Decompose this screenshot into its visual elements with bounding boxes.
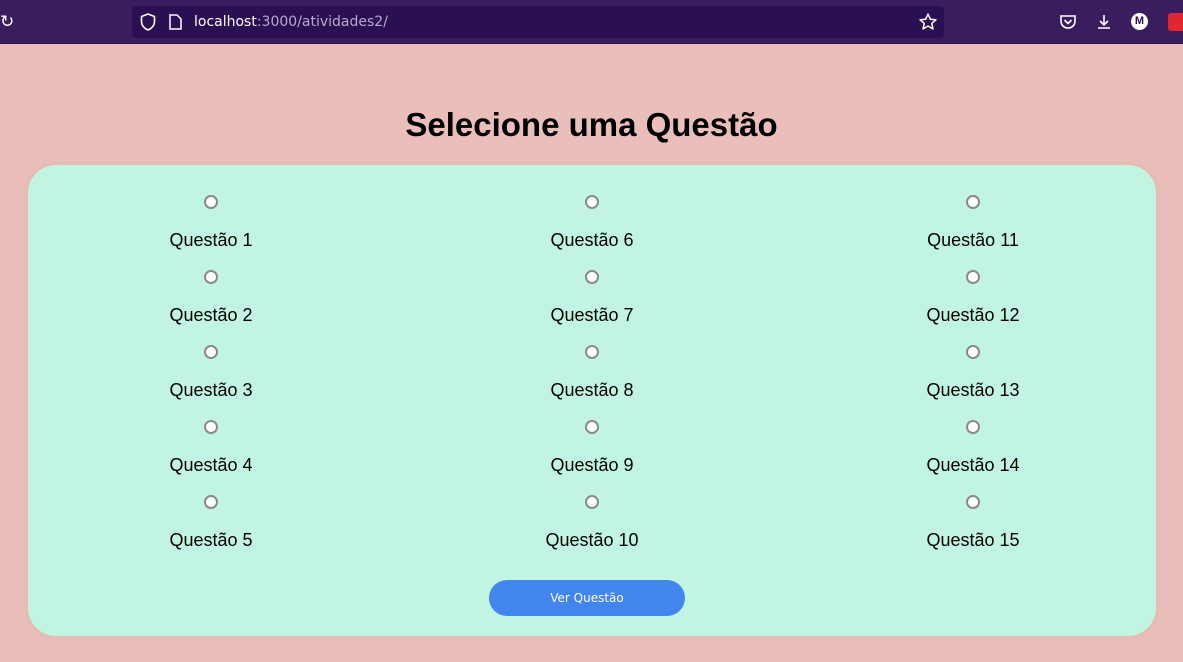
question-option: Questão 2: [91, 268, 331, 343]
question-radio[interactable]: [966, 495, 980, 509]
question-label: Questão 3: [169, 380, 253, 400]
question-option: Questão 10: [472, 493, 712, 568]
question-label: Questão 1: [169, 230, 253, 250]
question-option: Questão 9: [472, 418, 712, 493]
question-radio[interactable]: [966, 195, 980, 209]
view-question-button[interactable]: Ver Questão: [489, 580, 685, 616]
question-option: Questão 13: [853, 343, 1093, 418]
question-label: Questão 10: [545, 530, 639, 550]
question-radio[interactable]: [204, 495, 218, 509]
question-label: Questão 4: [169, 455, 253, 475]
question-option: Questão 5: [91, 493, 331, 568]
question-radio[interactable]: [585, 420, 599, 434]
question-label: Questão 14: [926, 455, 1020, 475]
question-radio[interactable]: [585, 195, 599, 209]
reload-icon[interactable]: ↻: [0, 12, 18, 32]
question-option: Questão 12: [853, 268, 1093, 343]
question-column-3: Questão 11 Questão 12 Questão 13 Questão…: [853, 193, 1093, 568]
question-label: Questão 9: [550, 455, 634, 475]
question-option: Questão 15: [853, 493, 1093, 568]
shield-icon[interactable]: [140, 13, 156, 31]
download-icon[interactable]: [1094, 12, 1114, 32]
browser-toolbar: ↻ localhost:3000/atividades2/ M: [0, 0, 1183, 44]
question-label: Questão 15: [926, 530, 1020, 550]
question-label: Questão 6: [550, 230, 634, 250]
question-label: Questão 11: [927, 230, 1019, 250]
question-radio[interactable]: [204, 420, 218, 434]
question-label: Questão 12: [926, 305, 1020, 325]
question-label: Questão 5: [169, 530, 253, 550]
question-label: Questão 7: [550, 305, 634, 325]
pocket-icon[interactable]: [1058, 12, 1078, 32]
extension-icon[interactable]: [1168, 13, 1183, 31]
question-option: Questão 11: [853, 193, 1093, 268]
question-radio[interactable]: [585, 495, 599, 509]
url-host: localhost: [194, 14, 257, 30]
question-column-1: Questão 1 Questão 2 Questão 3 Questão 4 …: [91, 193, 331, 568]
question-selection-card: Questão 1 Questão 2 Questão 3 Questão 4 …: [28, 165, 1156, 636]
question-radio[interactable]: [204, 195, 218, 209]
profile-avatar[interactable]: M: [1131, 13, 1148, 30]
question-radio[interactable]: [585, 345, 599, 359]
question-option: Questão 3: [91, 343, 331, 418]
question-label: Questão 13: [926, 380, 1020, 400]
question-radio[interactable]: [966, 420, 980, 434]
question-option: Questão 4: [91, 418, 331, 493]
question-radio[interactable]: [204, 270, 218, 284]
question-label: Questão 8: [550, 380, 634, 400]
question-radio[interactable]: [966, 345, 980, 359]
question-option: Questão 6: [472, 193, 712, 268]
page-title: Selecione uma Questão: [405, 106, 778, 143]
question-radio[interactable]: [585, 270, 599, 284]
question-radio[interactable]: [966, 270, 980, 284]
question-option: Questão 8: [472, 343, 712, 418]
question-option: Questão 7: [472, 268, 712, 343]
page-icon: [169, 14, 182, 30]
url-text[interactable]: localhost:3000/atividades2/: [194, 13, 388, 31]
bookmark-star-icon[interactable]: [918, 12, 938, 32]
url-path: :3000/atividades2/: [256, 14, 388, 30]
question-radio[interactable]: [204, 345, 218, 359]
question-option: Questão 14: [853, 418, 1093, 493]
question-column-2: Questão 6 Questão 7 Questão 8 Questão 9 …: [472, 193, 712, 568]
question-label: Questão 2: [169, 305, 253, 325]
question-option: Questão 1: [91, 193, 331, 268]
